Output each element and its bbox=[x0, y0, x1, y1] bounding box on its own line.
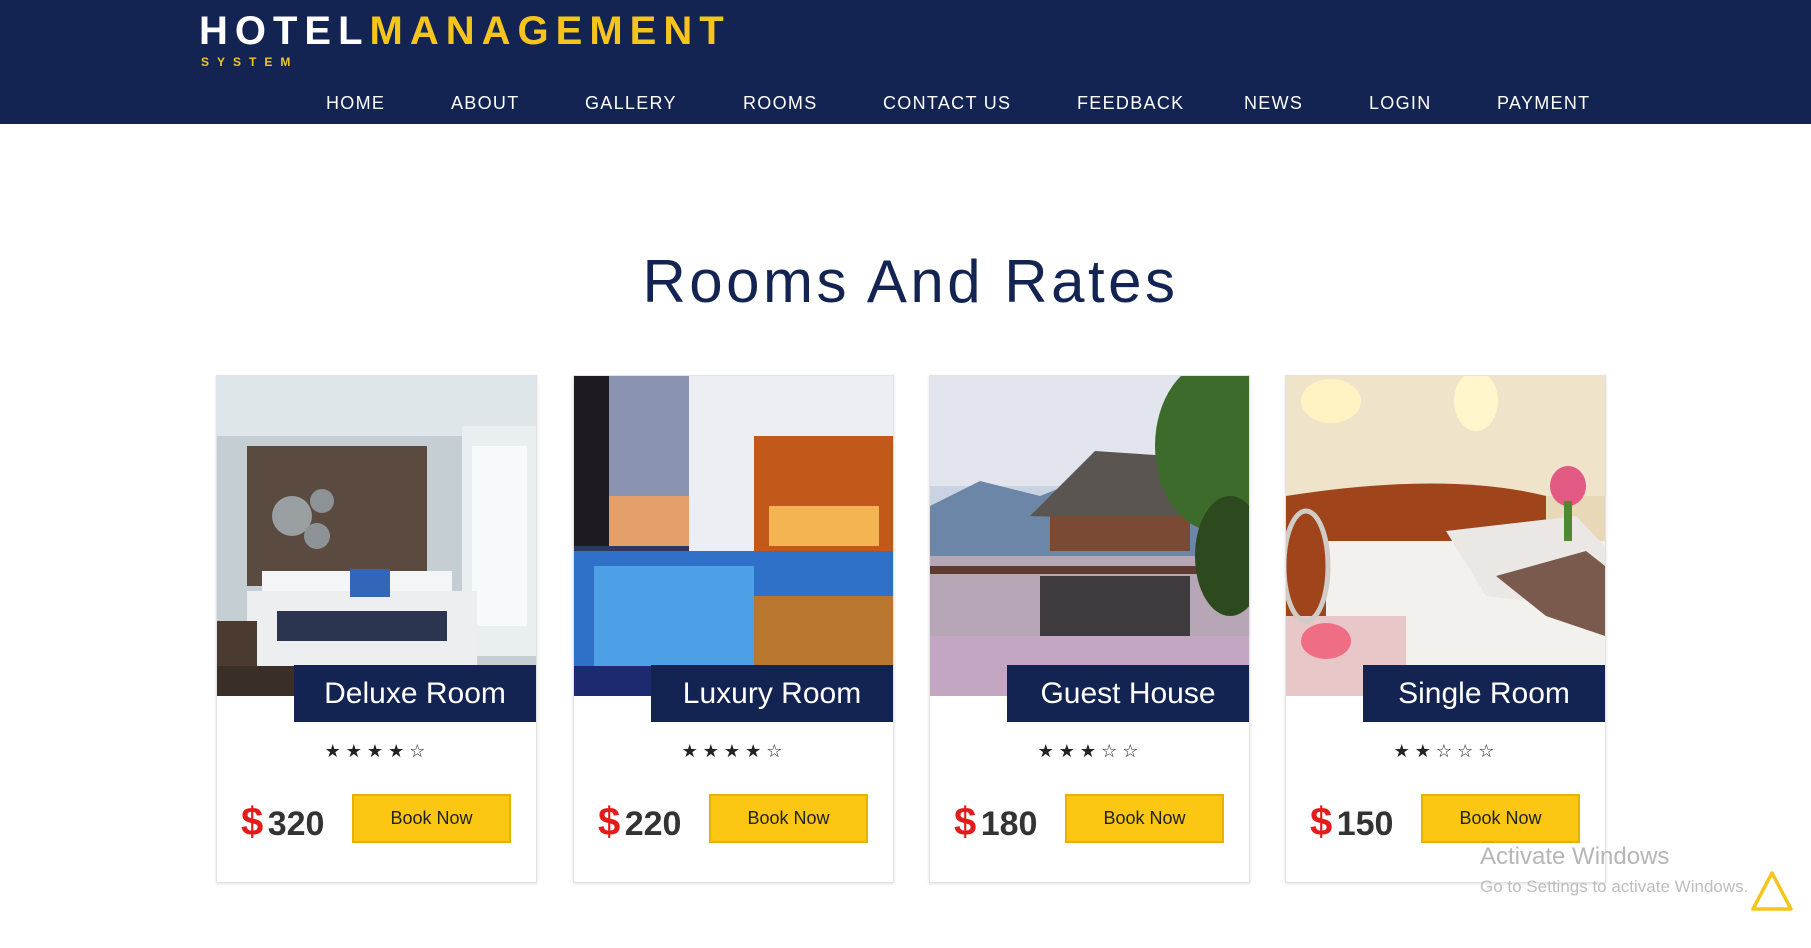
activate-windows-subtitle: Go to Settings to activate Windows. bbox=[1480, 877, 1749, 896]
nav-feedback-link[interactable]: FEEDBACK bbox=[1077, 92, 1184, 114]
currency-symbol: $ bbox=[598, 800, 621, 844]
room-name: Single Room bbox=[1363, 665, 1605, 722]
room-photo-deluxe bbox=[217, 376, 536, 696]
nav-rooms-link[interactable]: ROOMS bbox=[743, 92, 818, 114]
book-now-button[interactable]: Book Now bbox=[709, 794, 868, 843]
nav-contact-link[interactable]: CONTACT US bbox=[883, 92, 1011, 114]
nav-payment-link[interactable]: PAYMENT bbox=[1497, 92, 1590, 114]
currency-symbol: $ bbox=[954, 800, 977, 844]
book-now-button[interactable]: Book Now bbox=[1065, 794, 1224, 843]
room-name: Guest House bbox=[1007, 665, 1249, 722]
nav-news-link[interactable]: NEWS bbox=[1244, 92, 1303, 114]
star-rating: ★★☆☆☆ bbox=[1393, 741, 1500, 761]
price-value: 150 bbox=[1336, 805, 1394, 843]
nav-login-link[interactable]: LOGIN bbox=[1369, 92, 1432, 114]
price-value: 180 bbox=[980, 805, 1038, 843]
logo-word-management: MANAGEMENT bbox=[369, 9, 731, 53]
room-card-luxury: Luxury Room ★★★★☆ $ 220 Book Now bbox=[573, 375, 894, 883]
nav-home-link[interactable]: HOME bbox=[326, 92, 385, 114]
room-price: $ 320 bbox=[241, 800, 324, 853]
site-header: HOTELMANAGEMENT SYSTEM HOME ABOUT GALLER… bbox=[0, 0, 1811, 124]
currency-symbol: $ bbox=[1310, 800, 1333, 844]
room-photo-luxury bbox=[574, 376, 893, 696]
star-rating: ★★★★☆ bbox=[681, 741, 788, 761]
book-now-button[interactable]: Book Now bbox=[1421, 794, 1580, 843]
star-rating: ★★★☆☆ bbox=[1037, 741, 1144, 761]
currency-symbol: $ bbox=[241, 800, 264, 844]
warning-triangle-icon bbox=[1750, 870, 1794, 917]
room-price: $ 150 bbox=[1310, 800, 1393, 853]
logo-subtitle: SYSTEM bbox=[201, 55, 299, 69]
price-value: 220 bbox=[624, 805, 682, 843]
site-logo[interactable]: HOTELMANAGEMENT SYSTEM bbox=[199, 8, 731, 69]
activate-windows-title: Activate Windows bbox=[1480, 843, 1670, 870]
nav-about-link[interactable]: ABOUT bbox=[451, 92, 520, 114]
room-name: Luxury Room bbox=[651, 665, 893, 722]
logo-title: HOTELMANAGEMENT bbox=[199, 8, 731, 54]
room-photo-single bbox=[1286, 376, 1605, 696]
room-card-deluxe: Deluxe Room ★★★★☆ $ 320 Book Now bbox=[216, 375, 537, 883]
price-value: 320 bbox=[267, 805, 325, 843]
room-card-single: Single Room ★★☆☆☆ $ 150 Book Now bbox=[1285, 375, 1606, 883]
star-rating: ★★★★☆ bbox=[324, 741, 431, 761]
room-card-guest-house: Guest House ★★★☆☆ $ 180 Book Now bbox=[929, 375, 1250, 883]
page-title: Rooms And Rates bbox=[642, 248, 1179, 315]
logo-word-hotel: HOTEL bbox=[199, 9, 370, 53]
nav-gallery-link[interactable]: GALLERY bbox=[585, 92, 677, 114]
room-name: Deluxe Room bbox=[294, 665, 536, 722]
room-price: $ 220 bbox=[598, 800, 681, 853]
room-price: $ 180 bbox=[954, 800, 1037, 853]
book-now-button[interactable]: Book Now bbox=[352, 794, 511, 843]
room-photo-guest-house bbox=[930, 376, 1249, 696]
